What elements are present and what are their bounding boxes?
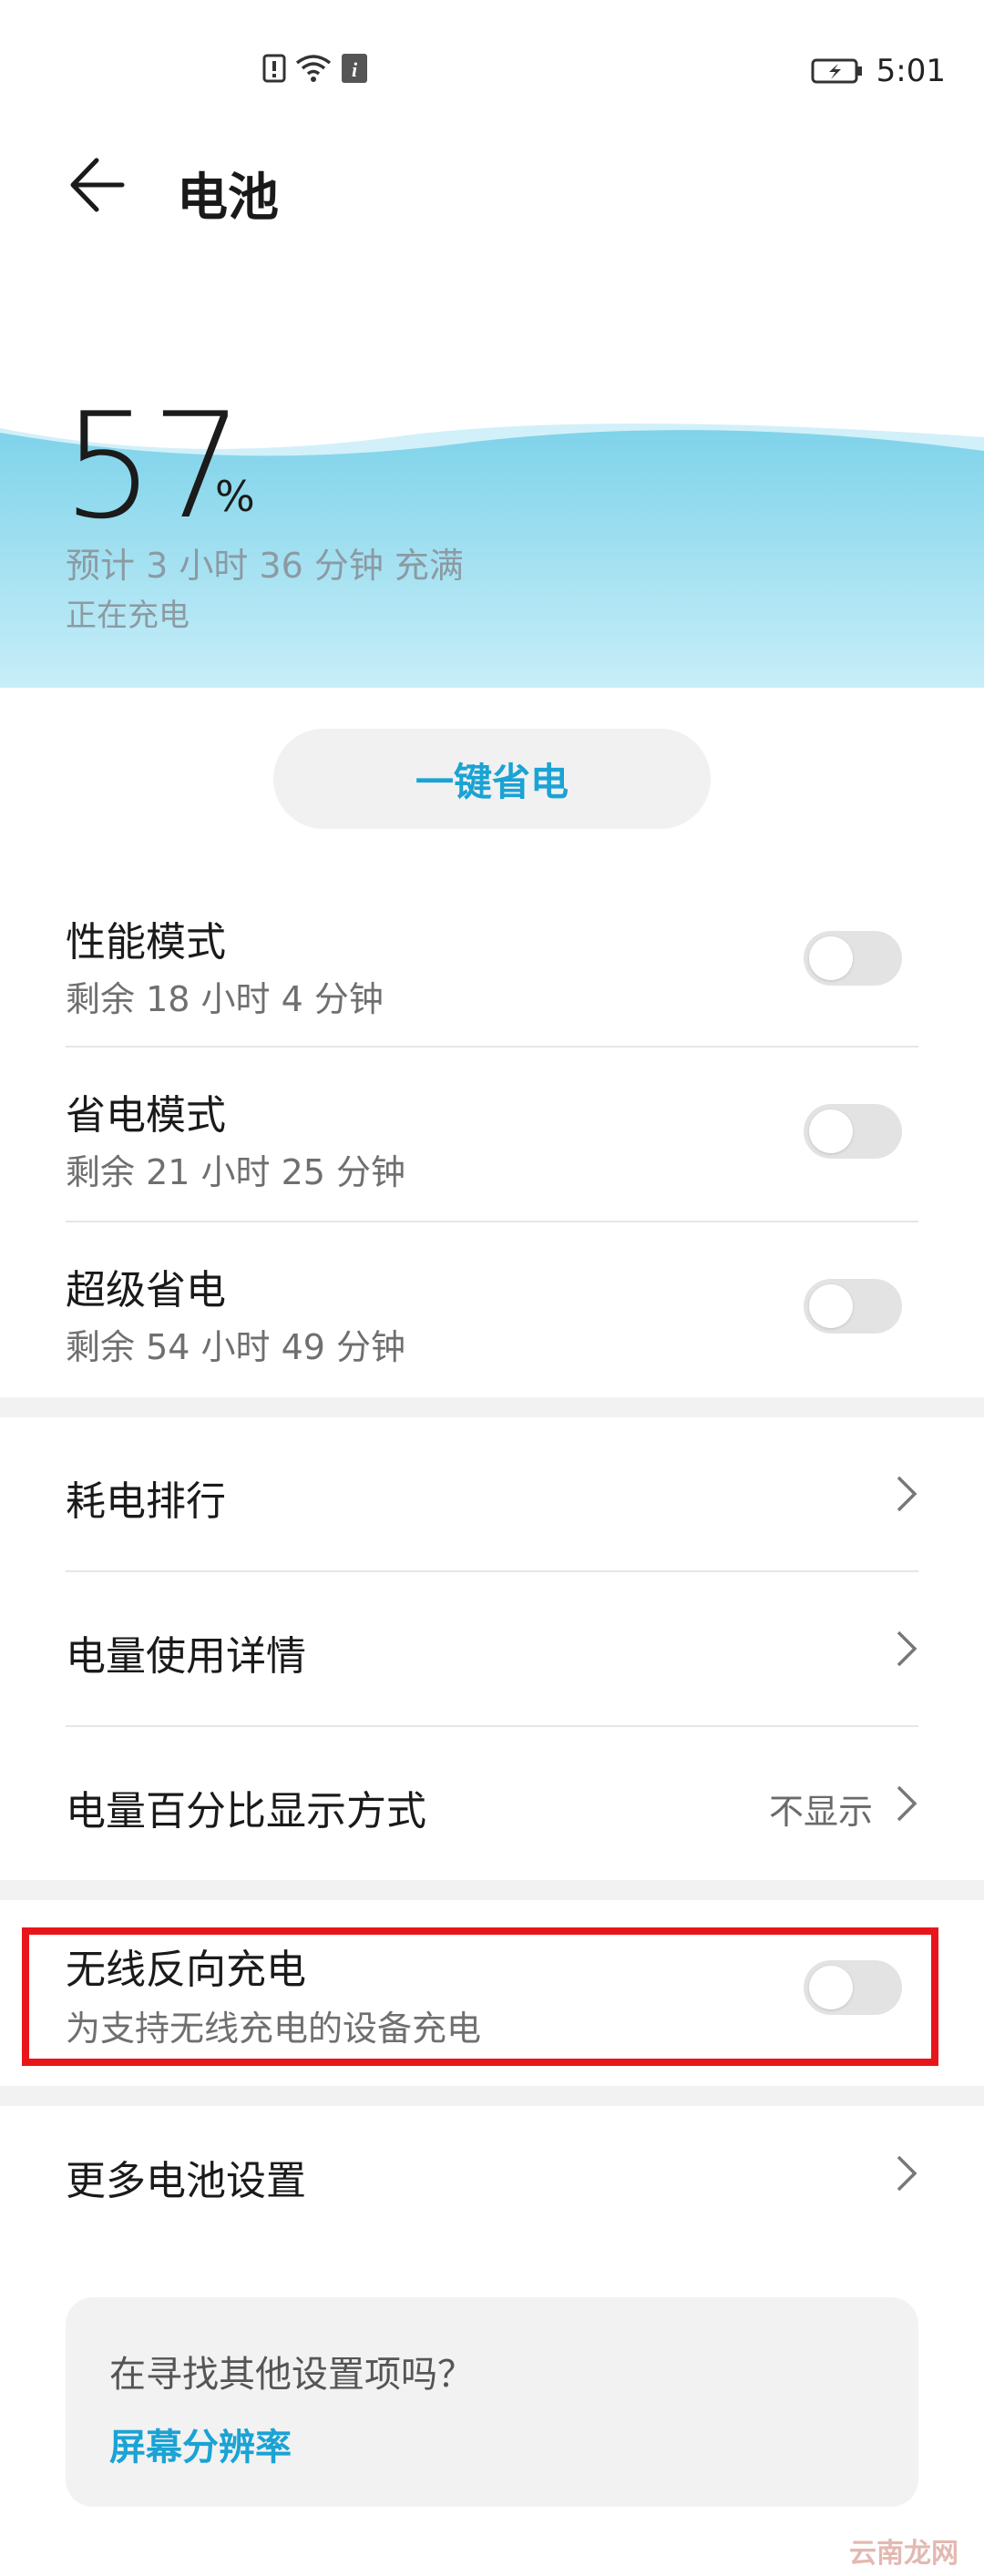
power-saving-toggle[interactable]: [804, 1104, 902, 1159]
mode-row-power-saving[interactable]: 省电模式 剩余 21 小时 25 分钟: [0, 1049, 984, 1222]
mode-row-performance[interactable]: 性能模式 剩余 18 小时 4 分钟: [0, 874, 984, 1048]
alert-sim-icon: [262, 54, 286, 83]
mode-sub: 剩余 18 小时 4 分钟: [66, 979, 384, 1019]
section-separator: [0, 1880, 984, 1900]
link-title: 耗电排行: [66, 1478, 226, 1525]
more-settings-title: 更多电池设置: [66, 2158, 306, 2204]
link-row-usage-details[interactable]: 电量使用详情: [0, 1572, 984, 1727]
section-separator: [0, 2086, 984, 2106]
highlight-box: [22, 1927, 938, 2066]
link-title: 电量使用详情: [66, 1633, 306, 1680]
one-key-save-button[interactable]: 一键省电: [273, 729, 711, 829]
mode-sub: 剩余 54 小时 49 分钟: [66, 1327, 406, 1367]
mode-sub: 剩余 21 小时 25 分钟: [66, 1152, 406, 1192]
charge-eta: 预计 3 小时 36 分钟 充满: [66, 546, 464, 586]
chevron-right-icon: [897, 1476, 917, 1512]
ultra-saving-toggle[interactable]: [804, 1279, 902, 1334]
percent-sign: %: [215, 472, 255, 521]
divider: [66, 1221, 918, 1222]
chevron-right-icon: [897, 1630, 917, 1667]
search-tip-card: [66, 2297, 918, 2507]
status-time: 5:01: [876, 53, 946, 89]
chevron-right-icon: [897, 1785, 917, 1822]
toggle-knob: [809, 936, 853, 980]
link-row-percentage-display[interactable]: 电量百分比显示方式 不显示: [0, 1727, 984, 1880]
section-separator: [0, 1397, 984, 1417]
info-icon: i: [342, 54, 367, 83]
page-title: 电池: [177, 169, 279, 228]
watermark: 云南龙网: [849, 2538, 958, 2570]
battery-charging-icon: [811, 58, 862, 84]
chevron-right-icon: [897, 2155, 917, 2192]
svg-text:i: i: [352, 58, 358, 81]
link-title: 电量百分比显示方式: [66, 1788, 426, 1835]
divider: [66, 1046, 918, 1048]
mode-title: 超级省电: [66, 1267, 226, 1314]
percentage-display-value: 不显示: [768, 1792, 873, 1832]
status-right: 5:01: [811, 53, 946, 89]
status-icons-left: i: [262, 53, 368, 84]
tip-question: 在寻找其他设置项吗？: [109, 2354, 474, 2396]
toggle-knob: [809, 1109, 853, 1153]
more-battery-settings-row[interactable]: 更多电池设置: [0, 2106, 984, 2261]
toggle-knob: [809, 1284, 853, 1328]
screen-resolution-link[interactable]: 屏幕分辨率: [109, 2418, 292, 2470]
performance-toggle[interactable]: [804, 931, 902, 986]
mode-title: 性能模式: [66, 919, 226, 966]
wifi-icon: [295, 55, 332, 82]
link-row-usage-ranking[interactable]: 耗电排行: [0, 1417, 984, 1572]
back-arrow-icon[interactable]: [64, 153, 128, 217]
mode-title: 省电模式: [66, 1092, 226, 1139]
mode-row-ultra-saving[interactable]: 超级省电 剩余 54 小时 49 分钟: [0, 1224, 984, 1397]
battery-percent: 57: [62, 381, 244, 551]
charging-status: 正在充电: [66, 598, 190, 634]
